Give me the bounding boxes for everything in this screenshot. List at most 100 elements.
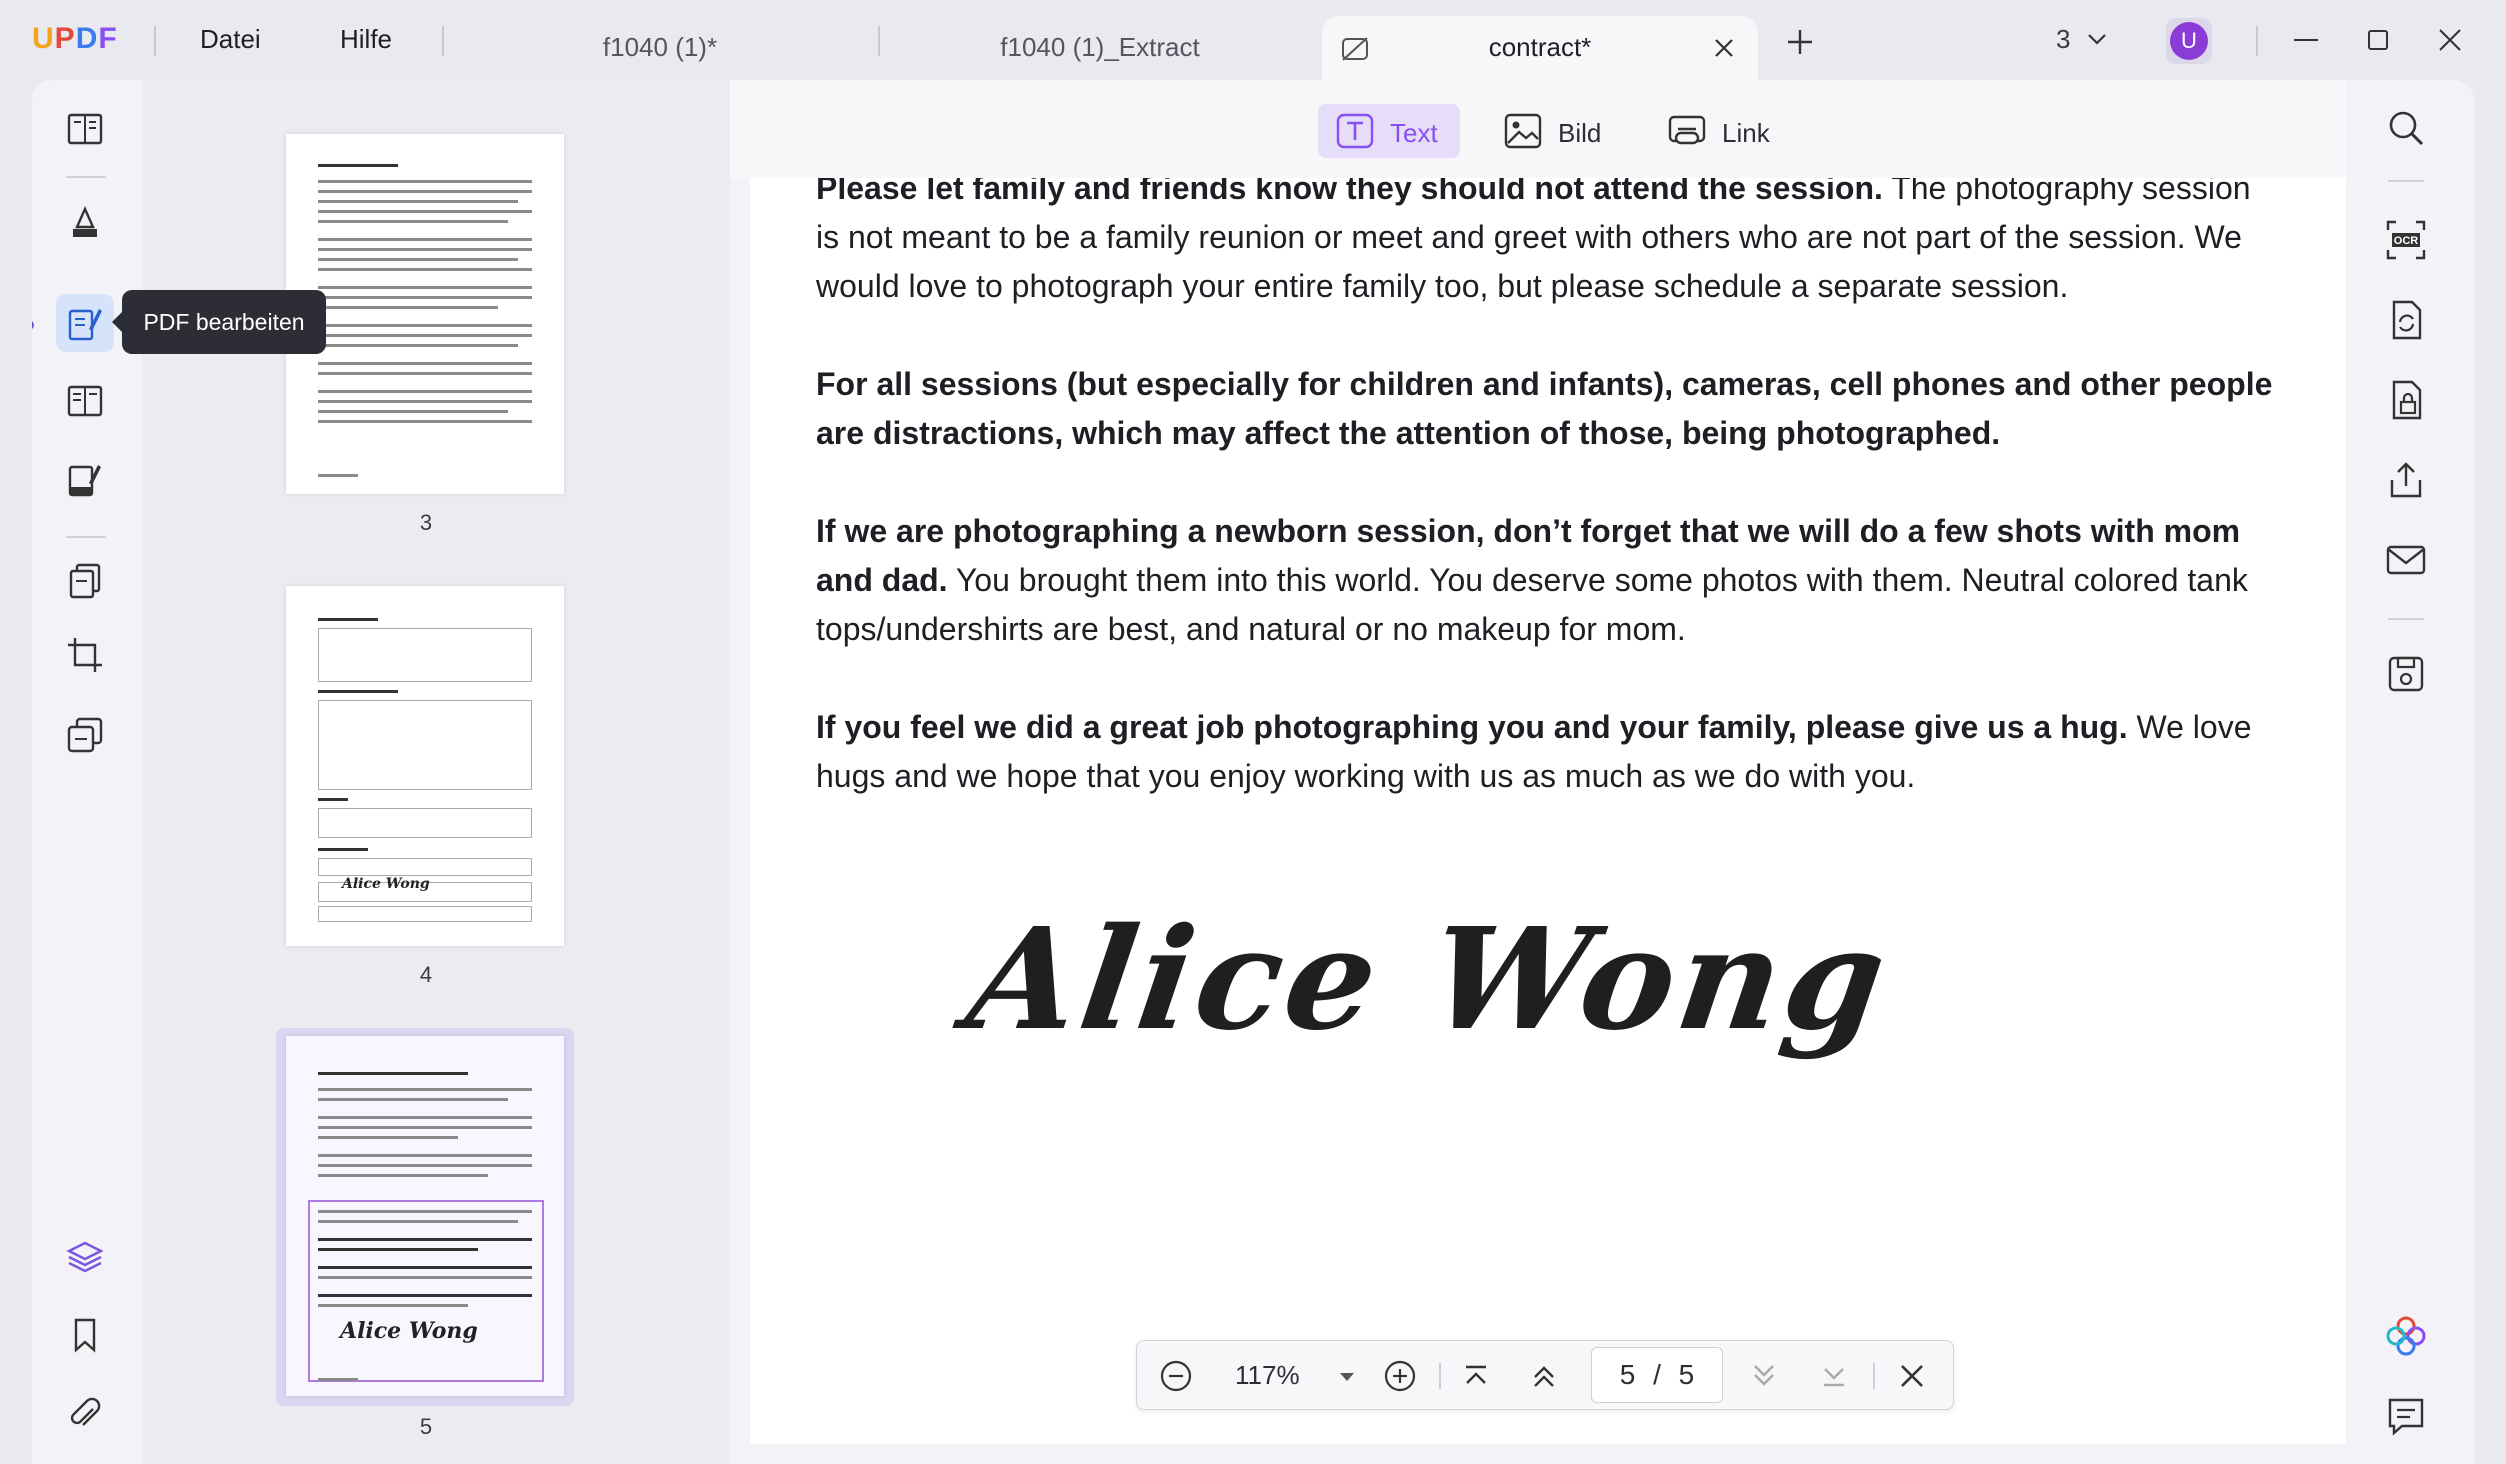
edit-pdf-button[interactable]	[56, 294, 114, 352]
edit-document-icon	[68, 309, 102, 341]
thumbnail-page-number: 5	[419, 1414, 433, 1439]
convert-pdf-button[interactable]	[2384, 298, 2428, 342]
title-divider	[154, 26, 156, 56]
save-icon	[2388, 656, 2424, 692]
layers-button[interactable]	[56, 1228, 114, 1286]
text-tool-icon	[1336, 113, 1374, 149]
pdf-page[interactable]: Please let family and friends know they …	[750, 170, 2360, 1444]
thumbnail-page-number: 3	[419, 510, 433, 535]
user-initial: U	[2170, 22, 2208, 60]
convert-icon	[2392, 300, 2422, 340]
menu-help[interactable]: Hilfe	[340, 24, 392, 55]
chevron-down-icon[interactable]	[2086, 30, 2108, 48]
zoom-dropdown-icon[interactable]	[1337, 1359, 1357, 1393]
title-divider	[2256, 26, 2258, 56]
page-number-input[interactable]: 5 / 5	[1591, 1347, 1723, 1403]
crop-page-button[interactable]	[56, 626, 114, 684]
close-window-icon[interactable]	[2434, 24, 2466, 56]
page-separator: /	[1653, 1359, 1661, 1390]
page-organize-button[interactable]	[56, 372, 114, 430]
page-thumbnail-3[interactable]	[286, 134, 564, 494]
menu-file[interactable]: Datei	[200, 24, 261, 55]
previous-page-icon[interactable]	[1527, 1359, 1561, 1393]
convert-button[interactable]	[56, 706, 114, 764]
zoombar-divider	[1873, 1363, 1875, 1389]
page-thumbnail-5[interactable]: Alice Wong	[286, 1036, 564, 1396]
maximize-icon[interactable]	[2362, 24, 2394, 56]
app-logo[interactable]: UPDF	[32, 22, 118, 56]
close-tab-icon[interactable]	[1712, 36, 1736, 60]
comments-panel-button[interactable]	[2384, 1394, 2428, 1438]
open-tabs-count[interactable]: 3	[2056, 24, 2070, 55]
save-button[interactable]	[2384, 652, 2428, 696]
paragraph-distractions[interactable]: For all sessions (but especially for chi…	[816, 360, 2280, 458]
layers-icon	[66, 1241, 104, 1273]
tab-f1040[interactable]: f1040 (1)*	[460, 16, 860, 80]
reader-mode-button[interactable]	[56, 100, 114, 158]
edit-mode-icon	[1342, 37, 1368, 61]
tab-label: f1040 (1)_Extract	[1000, 32, 1200, 62]
user-avatar[interactable]: U	[2166, 18, 2212, 64]
crop-icon	[68, 638, 102, 672]
paragraph-bold: For all sessions (but especially for chi…	[816, 366, 2273, 451]
new-tab-icon[interactable]	[1786, 28, 1814, 56]
tab-label: contract*	[1488, 32, 1592, 62]
zoom-out-icon[interactable]	[1159, 1359, 1193, 1393]
add-image-label: Bild	[1558, 118, 1602, 148]
attachments-button[interactable]	[56, 1386, 114, 1444]
last-page-icon[interactable]	[1817, 1359, 1851, 1393]
bookmark-icon	[74, 1318, 96, 1353]
lock-document-icon	[2392, 380, 2422, 420]
form-tool-button[interactable]	[56, 450, 114, 508]
highlighter-icon	[73, 206, 97, 237]
current-page: 5	[1619, 1359, 1636, 1390]
signature[interactable]: Alice Wong	[958, 898, 1898, 1062]
total-pages: 5	[1678, 1359, 1695, 1390]
pages-icon	[69, 563, 101, 599]
organize-pages-button[interactable]	[56, 552, 114, 610]
add-image-button[interactable]: Bild	[1486, 104, 1616, 158]
paperclip-icon	[70, 1397, 101, 1426]
paragraph-body: You brought them into this world. You de…	[816, 562, 2248, 647]
comment-tool-button[interactable]	[56, 194, 114, 252]
edit-toolbar: Text Bild Link	[730, 80, 2346, 178]
share-button[interactable]	[2384, 458, 2428, 502]
mail-icon	[2386, 545, 2426, 575]
document-area: Please let family and friends know they …	[730, 80, 2360, 1464]
link-icon	[1668, 115, 1706, 145]
zoom-in-icon[interactable]	[1383, 1359, 1417, 1393]
add-link-button[interactable]: Link	[1650, 104, 1780, 158]
paragraph-newborn[interactable]: If we are photographing a newborn sessio…	[816, 507, 2280, 654]
title-divider	[442, 26, 444, 56]
ocr-button[interactable]: OCR	[2384, 218, 2428, 262]
tab-f1040-extract[interactable]: f1040 (1)_Extract	[900, 16, 1300, 80]
ai-assistant-button[interactable]	[2384, 1314, 2428, 1358]
toolbar-divider	[66, 176, 106, 178]
page-thumbnail-4[interactable]: Alice Wong	[286, 586, 564, 946]
bookmarks-button[interactable]	[56, 1306, 114, 1364]
protect-button[interactable]	[2384, 378, 2428, 422]
comment-icon	[2388, 1398, 2424, 1436]
tab-contract[interactable]: contract*	[1322, 16, 1758, 80]
paragraph-family-notice[interactable]: Please let family and friends know they …	[816, 164, 2280, 311]
thumbnail-signature: Alice Wong	[342, 876, 430, 892]
zoom-level[interactable]: 117%	[1235, 1360, 1300, 1391]
add-text-label: Text	[1390, 118, 1438, 148]
minimize-icon[interactable]	[2290, 24, 2322, 56]
copy-pages-icon	[67, 717, 103, 753]
share-icon	[2390, 462, 2422, 498]
tool-tooltip: PDF bearbeiten	[112, 290, 326, 354]
first-page-icon[interactable]	[1459, 1359, 1493, 1393]
book-icon	[67, 113, 103, 145]
thumbnail-panel[interactable]: 3 Alice Wong 4 Alice Wong 5	[142, 80, 730, 1464]
email-button[interactable]	[2384, 538, 2428, 582]
search-button[interactable]	[2384, 106, 2428, 150]
next-page-icon[interactable]	[1747, 1359, 1781, 1393]
paragraph-hug[interactable]: If you feel we did a great job photograp…	[816, 703, 2280, 801]
svg-text:OCR: OCR	[2394, 235, 2419, 247]
add-text-button[interactable]: Text	[1318, 104, 1460, 158]
main-frame: PDF bearbeiten 3 Alice Wong 4 Alice Wong…	[32, 80, 2474, 1464]
paragraph-bold: If you feel we did a great job photograp…	[816, 709, 2128, 745]
close-zoombar-icon[interactable]	[1895, 1359, 1929, 1393]
title-divider	[878, 26, 880, 56]
